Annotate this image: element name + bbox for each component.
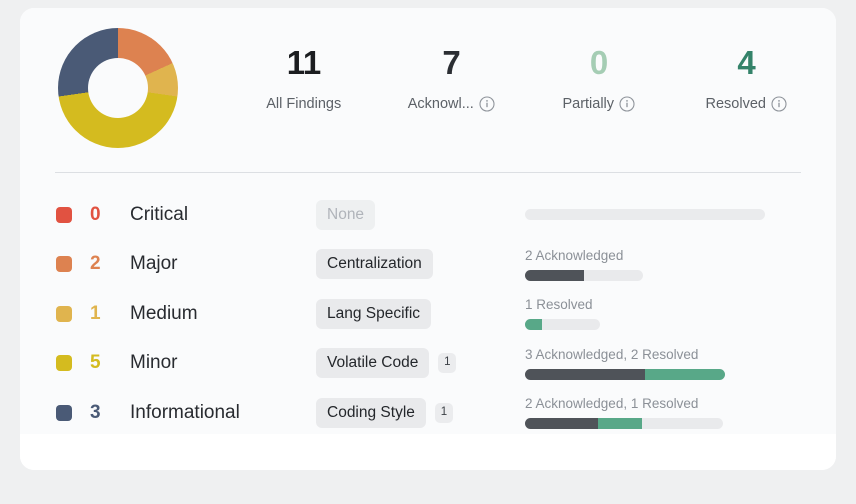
- severity-rows: 0 Critical None 2 Major Centralization 2 Ackno…: [20, 190, 836, 438]
- progress-segment-acknowledged: [525, 368, 645, 380]
- category-tag: None: [316, 199, 376, 230]
- severity-count: 2: [90, 253, 101, 275]
- progress-bar: [525, 418, 723, 430]
- tag-area: Centralization: [316, 249, 433, 280]
- card-footer-strip: [20, 434, 836, 470]
- tag-area: Lang Specific: [316, 298, 432, 329]
- severity-count: 0: [90, 203, 101, 225]
- stat-label: Acknowl...: [407, 96, 474, 112]
- progress-segment-acknowledged: [525, 418, 599, 430]
- tag-area: None: [316, 199, 376, 230]
- progress-segment-resolved: [645, 368, 725, 380]
- stat-label-row: Resolved: [673, 95, 821, 113]
- progress-segment-resolved: [525, 319, 542, 331]
- info-circle-icon[interactable]: [479, 96, 495, 112]
- stat-value: 7: [442, 44, 461, 81]
- progress-segment-acknowledged: [525, 269, 584, 281]
- stat-value: 11: [286, 44, 321, 81]
- severity-color-swatch: [56, 305, 72, 322]
- section-divider: [55, 172, 801, 173]
- stat-label: Partially: [562, 96, 615, 112]
- severity-row[interactable]: 0 Critical None: [20, 190, 836, 240]
- severity-name: Major: [130, 253, 178, 275]
- stat-all-findings: 11 All Findings: [230, 42, 378, 113]
- severity-name: Minor: [130, 352, 178, 374]
- severity-row[interactable]: 1 Medium Lang Specific 1 Resolved: [20, 289, 836, 339]
- progress-bar: [525, 368, 725, 380]
- severity-name: Informational: [130, 401, 240, 423]
- stat-label: Resolved: [705, 96, 766, 112]
- progress-area: [525, 190, 815, 240]
- tag-overflow-badge[interactable]: 1: [434, 402, 453, 423]
- stat-acknowl: 7 Acknowl...: [378, 42, 526, 113]
- severity-count: 3: [90, 401, 101, 423]
- severity-color-swatch: [56, 206, 72, 223]
- severity-color-swatch: [56, 404, 72, 421]
- page-root: 11 All Findings 7 Acknowl... 0 Partially 4 Reso…: [0, 0, 856, 504]
- donut-ring: [58, 28, 178, 148]
- progress-bar: [525, 319, 600, 331]
- stat-partially: 0 Partially: [525, 42, 673, 113]
- category-tag[interactable]: Coding Style: [316, 397, 426, 428]
- stat-label-row: Partially: [525, 95, 673, 113]
- progress-area: 1 Resolved: [525, 289, 815, 339]
- progress-area: 2 Acknowledged: [525, 240, 815, 290]
- progress-bar: [525, 209, 765, 221]
- progress-bar: [525, 269, 643, 281]
- progress-area: 2 Acknowledged, 1 Resolved: [525, 388, 815, 438]
- stat-label: All Findings: [266, 96, 342, 112]
- stat-label-row: Acknowl...: [378, 95, 526, 113]
- summary-section: 11 All Findings 7 Acknowl... 0 Partially 4 Reso…: [20, 8, 836, 172]
- severity-row[interactable]: 2 Major Centralization 2 Acknowledged: [20, 240, 836, 290]
- progress-segment-resolved: [598, 418, 642, 430]
- info-circle-icon[interactable]: [771, 96, 787, 112]
- severity-count: 1: [90, 302, 101, 324]
- stats-row: 11 All Findings 7 Acknowl... 0 Partially 4 Reso…: [230, 42, 820, 113]
- progress-caption: 3 Acknowledged, 2 Resolved: [525, 346, 699, 362]
- severity-donut-chart[interactable]: [58, 28, 178, 148]
- category-tag[interactable]: Lang Specific: [316, 298, 432, 329]
- category-tag[interactable]: Volatile Code: [316, 348, 430, 379]
- tag-area: Coding Style 1: [316, 397, 453, 428]
- info-circle-icon[interactable]: [619, 96, 635, 112]
- tag-area: Volatile Code 1: [316, 348, 457, 379]
- severity-color-swatch: [56, 355, 72, 372]
- severity-row[interactable]: 5 Minor Volatile Code 1 3 Acknowledged, 2 Re…: [20, 339, 836, 389]
- severity-name: Critical: [130, 203, 189, 225]
- progress-caption: 2 Acknowledged: [525, 247, 624, 263]
- progress-caption: 2 Acknowledged, 1 Resolved: [525, 396, 699, 412]
- severity-name: Medium: [130, 302, 198, 324]
- progress-caption: 1 Resolved: [525, 297, 593, 313]
- findings-summary-card: 11 All Findings 7 Acknowl... 0 Partially 4 Reso…: [20, 8, 836, 470]
- category-tag[interactable]: Centralization: [316, 249, 433, 280]
- severity-color-swatch: [56, 256, 72, 273]
- severity-count: 5: [90, 352, 101, 374]
- stat-resolved: 4 Resolved: [673, 42, 821, 113]
- tag-overflow-badge[interactable]: 1: [438, 353, 457, 374]
- severity-row[interactable]: 3 Informational Coding Style 1 2 Acknowledge…: [20, 388, 836, 438]
- stat-value: 0: [589, 44, 608, 81]
- stat-label-row: All Findings: [230, 95, 378, 113]
- stat-value: 4: [737, 44, 756, 81]
- progress-area: 3 Acknowledged, 2 Resolved: [525, 339, 815, 389]
